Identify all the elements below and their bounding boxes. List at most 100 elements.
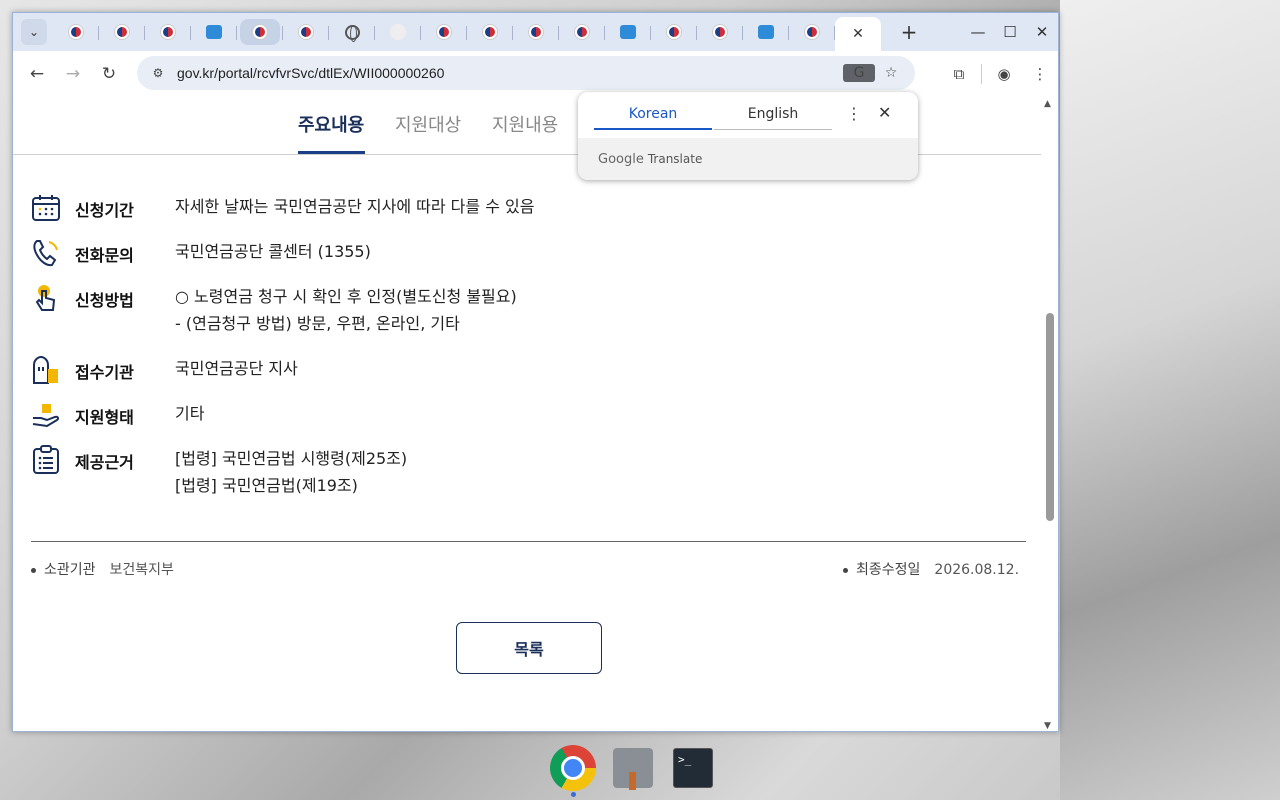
gov-favicon-icon xyxy=(575,25,589,39)
browser-tab[interactable] xyxy=(375,17,421,47)
tab-favicon-wrap xyxy=(332,19,372,45)
row-label: 신청방법 xyxy=(75,291,134,310)
back-button[interactable]: ← xyxy=(19,64,55,84)
browser-tab[interactable] xyxy=(651,17,697,47)
browser-tab[interactable] xyxy=(697,17,743,47)
tab-favicon-wrap xyxy=(470,19,510,45)
translate-close-icon[interactable]: ✕ xyxy=(878,103,891,122)
tab-favicon-wrap xyxy=(608,19,648,45)
row-value: 자세한 날짜는 국민연금공단 지사에 따라 다를 수 있음 xyxy=(175,197,534,220)
tab-favicon-wrap xyxy=(286,19,326,45)
row-value: 국민연금공단 지사 xyxy=(175,359,298,382)
maximize-button[interactable]: ☐ xyxy=(994,23,1026,41)
row-value-line: 국민연금공단 콜센터 (1355) xyxy=(175,242,371,261)
browser-tab[interactable] xyxy=(145,17,191,47)
active-tab[interactable]: ✕ xyxy=(835,17,881,51)
browser-tab[interactable] xyxy=(53,17,99,47)
responsible-agency: 소관기관 보건복지부 xyxy=(31,559,174,579)
meta-label: 소관기관 xyxy=(44,562,96,578)
hand-gift-icon xyxy=(32,404,60,428)
browser-tab[interactable] xyxy=(605,17,651,47)
browser-tab[interactable] xyxy=(421,17,467,47)
scroll-up-icon[interactable]: ▲ xyxy=(1044,99,1051,109)
active-tab-indicator xyxy=(298,151,365,154)
tab-favicon-wrap xyxy=(148,19,188,45)
translate-button[interactable]: G xyxy=(843,64,875,82)
page-content: 주요내용 지원대상 지원내용 신청기간 자세한 날짜는 국민연금공단 지사에 따… xyxy=(13,97,1043,731)
tab-search-button[interactable]: ⌄ xyxy=(21,19,47,45)
browser-tab[interactable] xyxy=(283,17,329,47)
hand-pointer-icon xyxy=(35,285,56,311)
list-button[interactable]: 목록 xyxy=(456,622,602,674)
content-divider xyxy=(31,541,1026,542)
browser-tab[interactable] xyxy=(743,17,789,47)
row-value-line: [법령] 국민연금법(제19조) xyxy=(175,476,358,495)
extensions-icon[interactable]: ⧉ xyxy=(941,65,977,83)
running-indicator xyxy=(571,792,576,797)
tab-eligibility[interactable]: 지원대상 xyxy=(395,111,461,137)
tab-favicon-wrap xyxy=(700,19,740,45)
menu-kebab-icon[interactable]: ⋮ xyxy=(1022,65,1058,83)
browser-tab[interactable] xyxy=(191,17,237,47)
translate-footer: Google Translate xyxy=(578,138,918,180)
google-logo: Google xyxy=(598,151,644,167)
meta-value: 2026.08.12. xyxy=(934,562,1020,578)
close-tab-icon[interactable]: ✕ xyxy=(852,26,864,42)
translate-options-icon[interactable]: ⋮ xyxy=(846,104,862,123)
browser-tab[interactable] xyxy=(559,17,605,47)
bullet-icon xyxy=(31,567,36,573)
row-value-line: 기타 xyxy=(175,404,205,423)
terminal-icon: >_ xyxy=(673,748,713,788)
tab-favicon-wrap xyxy=(56,19,96,45)
building-icon xyxy=(33,355,58,384)
clipboard-list-icon xyxy=(33,445,59,474)
tool-icon xyxy=(613,748,653,790)
terminal-launcher[interactable]: >_ xyxy=(670,745,716,791)
row-value: ○ 노령연금 청구 시 확인 후 인정(별도신청 불필요) - (연금청구 방법… xyxy=(175,287,517,337)
browser-tab[interactable] xyxy=(789,17,835,47)
tab-favicon-wrap xyxy=(102,19,142,45)
last-modified: 최종수정일 2026.08.12. xyxy=(843,559,1019,579)
bookmark-star-icon[interactable]: ☆ xyxy=(875,65,907,81)
browser-tab[interactable] xyxy=(99,17,145,47)
browser-tab[interactable] xyxy=(513,17,559,47)
profile-icon[interactable]: ◉ xyxy=(986,65,1022,83)
gov-favicon-icon xyxy=(529,25,543,39)
globe-icon xyxy=(344,24,360,42)
tab-main-content[interactable]: 주요내용 xyxy=(298,111,364,137)
tab-support-details[interactable]: 지원내용 xyxy=(492,111,558,137)
browser-tab[interactable] xyxy=(467,17,513,47)
gov-favicon-icon xyxy=(253,25,267,39)
site-info-icon[interactable]: ⚙ xyxy=(145,66,171,80)
lang-target-tab[interactable]: English xyxy=(714,106,832,122)
forward-button[interactable]: → xyxy=(55,64,91,84)
chrome-launcher[interactable] xyxy=(550,745,596,797)
row-value-line: ○ 노령연금 청구 시 확인 후 인정(별도신청 불필요) xyxy=(175,287,517,306)
gov-favicon-icon xyxy=(483,25,497,39)
row-value-line: - (연금청구 방법) 방문, 우편, 온라인, 기타 xyxy=(175,314,460,333)
browser-tab[interactable] xyxy=(329,17,375,47)
minimize-button[interactable]: — xyxy=(962,23,994,41)
tab-strip: ✕ xyxy=(53,13,881,51)
selected-lang-indicator xyxy=(594,128,712,130)
scroll-thumb[interactable] xyxy=(1046,313,1054,521)
tab-favicon-wrap xyxy=(562,19,602,45)
translate-language-tabs: Korean English ⋮ ✕ xyxy=(578,92,918,138)
chevron-down-icon: ⌄ xyxy=(28,25,40,39)
address-bar[interactable]: ⚙ gov.kr/portal/rcvfvrSvc/dtlEx/WII00000… xyxy=(137,56,915,90)
tab-favicon-wrap xyxy=(792,19,832,45)
page-scrollbar[interactable]: ▲ ▼ xyxy=(1041,97,1058,731)
translate-icon: G xyxy=(843,64,875,82)
scroll-down-icon[interactable]: ▼ xyxy=(1044,721,1051,731)
site-favicon-icon xyxy=(758,25,774,39)
chrome-icon xyxy=(550,745,596,791)
lang-source-tab[interactable]: Korean xyxy=(594,106,712,122)
new-tab-button[interactable]: + xyxy=(895,20,923,44)
reload-button[interactable]: ↻ xyxy=(91,64,127,84)
url-text[interactable]: gov.kr/portal/rcvfvrSvc/dtlEx/WII0000002… xyxy=(177,65,444,81)
close-window-button[interactable]: ✕ xyxy=(1026,23,1058,41)
row-label: 제공근거 xyxy=(75,453,134,472)
translate-footer-text: Translate xyxy=(647,152,703,166)
tab-favicon-wrap xyxy=(194,19,234,45)
tool-launcher[interactable] xyxy=(610,745,656,791)
